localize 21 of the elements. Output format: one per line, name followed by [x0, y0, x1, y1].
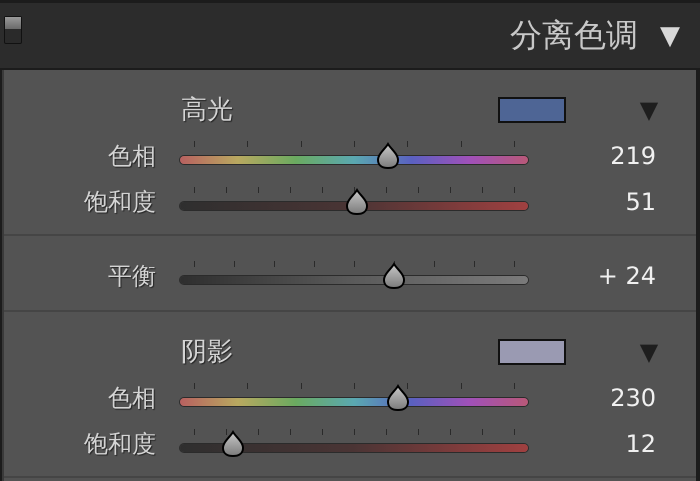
- slider-value: 12: [624, 430, 656, 458]
- slider-value: 51: [624, 188, 656, 216]
- slider-thumb[interactable]: [345, 188, 370, 216]
- slider-thumb[interactable]: [220, 430, 245, 458]
- slider-thumb[interactable]: [376, 142, 400, 170]
- slider-label: 色相: [107, 141, 156, 172]
- slider-thumb[interactable]: [386, 384, 410, 412]
- slider-value: 230: [609, 384, 656, 412]
- slider-label: 平衡: [107, 261, 156, 292]
- panel-title: 分离色调: [510, 14, 638, 56]
- slider-thumb[interactable]: [382, 262, 406, 290]
- section-title: 高光: [181, 94, 234, 127]
- color-swatch[interactable]: [498, 96, 566, 122]
- section-title: 阴影: [181, 336, 234, 369]
- color-swatch[interactable]: [498, 338, 566, 364]
- slider-value: 219: [609, 142, 656, 170]
- slider-value: + 24: [596, 262, 656, 290]
- slider-label: 饱和度: [83, 187, 156, 218]
- slider-label: 饱和度: [83, 429, 156, 460]
- panel-toggle-switch[interactable]: [4, 16, 22, 44]
- slider-label: 色相: [107, 383, 156, 414]
